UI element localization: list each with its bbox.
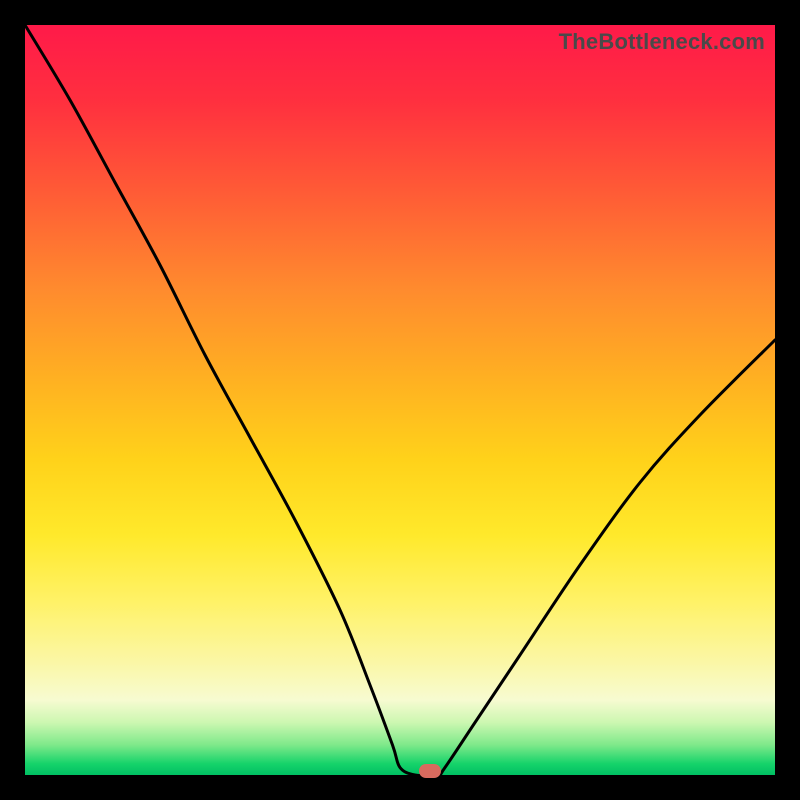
- bottleneck-curve: [25, 25, 775, 775]
- optimum-marker-icon: [419, 764, 441, 778]
- chart-frame: TheBottleneck.com: [0, 0, 800, 800]
- plot-area: TheBottleneck.com: [25, 25, 775, 775]
